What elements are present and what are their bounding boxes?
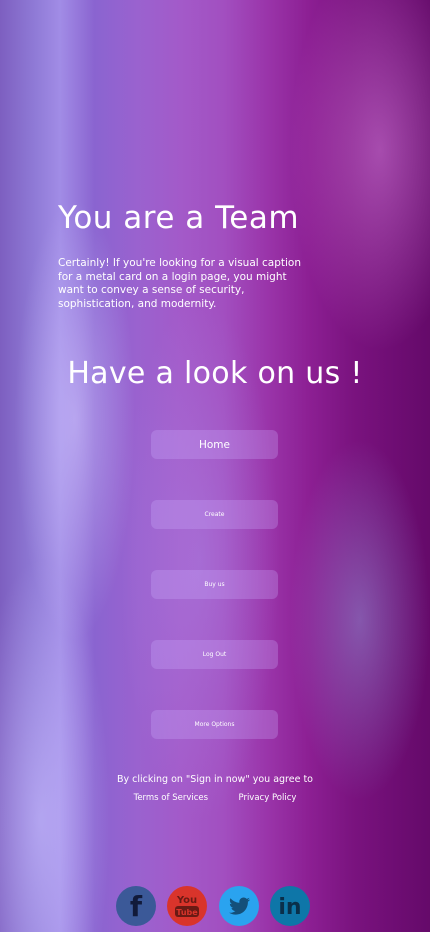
hero-title: You are a Team bbox=[58, 200, 300, 236]
youtube-text-bottom: Tube bbox=[176, 908, 198, 917]
terms-links: Terms of Services Privacy Policy bbox=[0, 793, 430, 803]
main-menu: Home Create Buy us Log Out More Options bbox=[151, 430, 278, 780]
youtube-icon[interactable]: You Tube bbox=[166, 885, 207, 926]
terms-text: By clicking on "Sign in now" you agree t… bbox=[116, 774, 313, 785]
youtube-text-top: You bbox=[176, 895, 197, 906]
page-content: You are a Team Certainly! If you're look… bbox=[0, 0, 430, 932]
linkedin-glyph: in bbox=[278, 895, 301, 920]
log-out-button[interactable]: Log Out bbox=[151, 640, 278, 669]
more-options-button[interactable]: More Options bbox=[151, 710, 278, 739]
create-button[interactable]: Create bbox=[151, 500, 278, 529]
twitter-icon-graphic bbox=[219, 886, 259, 926]
linkedin-icon-graphic: in bbox=[270, 886, 310, 926]
twitter-icon[interactable] bbox=[218, 885, 259, 926]
youtube-icon-graphic: You Tube bbox=[167, 886, 207, 926]
terms-notice: By clicking on "Sign in now" you agree t… bbox=[0, 774, 430, 803]
section-title: Have a look on us ! bbox=[67, 356, 363, 391]
social-links: f You Tube in bbox=[115, 885, 315, 926]
buy-us-button[interactable]: Buy us bbox=[151, 570, 278, 599]
terms-of-service-link[interactable]: Terms of Services bbox=[134, 793, 208, 803]
home-button[interactable]: Home bbox=[151, 430, 278, 459]
hero-caption: Certainly! If you're looking for a visua… bbox=[58, 257, 302, 310]
linkedin-icon[interactable]: in bbox=[269, 885, 310, 926]
facebook-glyph: f bbox=[130, 890, 143, 923]
facebook-icon[interactable]: f bbox=[115, 885, 156, 926]
privacy-policy-link[interactable]: Privacy Policy bbox=[238, 793, 296, 803]
facebook-icon-graphic: f bbox=[116, 886, 156, 926]
